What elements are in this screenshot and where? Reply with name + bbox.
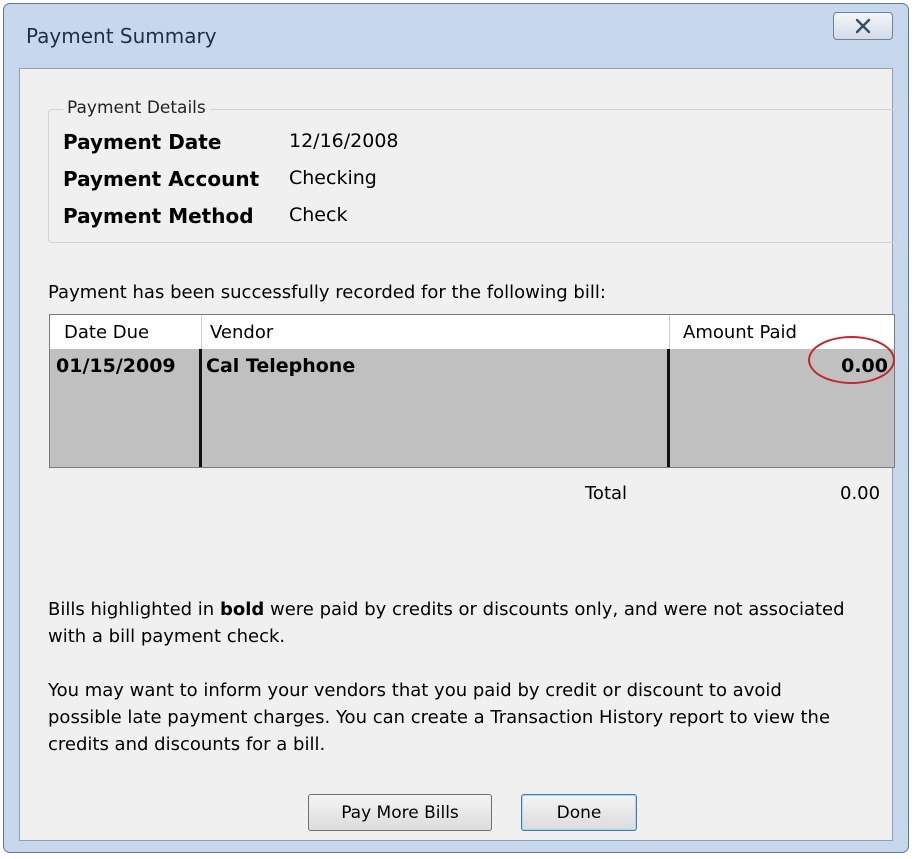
close-icon: [855, 18, 871, 34]
payment-date-label: Payment Date: [63, 130, 222, 154]
payment-details-group: Payment Details Payment Date 12/16/2008 …: [48, 98, 898, 243]
column-header-date-due[interactable]: Date Due: [64, 322, 149, 343]
cell-date-due: 01/15/2009: [56, 355, 176, 377]
column-divider[interactable]: [669, 315, 670, 349]
close-button[interactable]: [833, 12, 893, 40]
bold-note-prefix: Bills highlighted in: [48, 599, 220, 620]
payment-method-value: Check: [289, 204, 348, 226]
total-value: 0.00: [840, 483, 881, 504]
bold-note-suffix: were paid by credits or discounts only, …: [264, 599, 845, 620]
column-line: [667, 349, 670, 467]
done-button[interactable]: Done: [521, 794, 637, 831]
column-header-vendor[interactable]: Vendor: [210, 322, 273, 343]
inform-note-line2: possible late payment charges. You can c…: [48, 707, 831, 728]
payment-account-value: Checking: [289, 167, 377, 189]
payment-method-label: Payment Method: [63, 204, 254, 228]
highlight-circle: [808, 336, 895, 384]
column-header-amount-paid[interactable]: Amount Paid: [683, 322, 797, 343]
table-header: Date Due Vendor Amount Paid: [50, 315, 894, 349]
recorded-message: Payment has been successfully recorded f…: [48, 282, 606, 303]
total-label: Total: [585, 483, 628, 504]
payment-summary-window: Payment Summary Payment Details Payment …: [3, 3, 909, 853]
bold-note-line1: Bills highlighted in bold were paid by c…: [48, 596, 845, 623]
cell-vendor: Cal Telephone: [206, 355, 356, 377]
payment-account-label: Payment Account: [63, 167, 260, 191]
pay-more-bills-button[interactable]: Pay More Bills: [308, 794, 492, 831]
column-divider[interactable]: [201, 315, 202, 349]
column-line: [199, 349, 202, 467]
title-bar[interactable]: Payment Summary: [4, 4, 908, 66]
window-title: Payment Summary: [26, 24, 217, 48]
dialog-content: Payment Details Payment Date 12/16/2008 …: [19, 68, 898, 841]
bills-table[interactable]: Date Due Vendor Amount Paid 01/15/2009 C…: [49, 314, 895, 468]
payment-details-legend: Payment Details: [63, 98, 210, 118]
bold-note: Bills highlighted in bold were paid by c…: [48, 596, 845, 650]
bold-note-line2: with a bill payment check.: [48, 626, 286, 647]
payment-date-value: 12/16/2008: [289, 130, 399, 152]
table-row[interactable]: 01/15/2009 Cal Telephone 0.00: [50, 336, 895, 467]
bold-note-bold-word: bold: [219, 599, 265, 620]
inform-note: You may want to inform your vendors that…: [48, 677, 830, 758]
inform-note-line3: credits and discounts for a bill.: [48, 734, 326, 755]
inform-note-line1: You may want to inform your vendors that…: [48, 680, 782, 701]
